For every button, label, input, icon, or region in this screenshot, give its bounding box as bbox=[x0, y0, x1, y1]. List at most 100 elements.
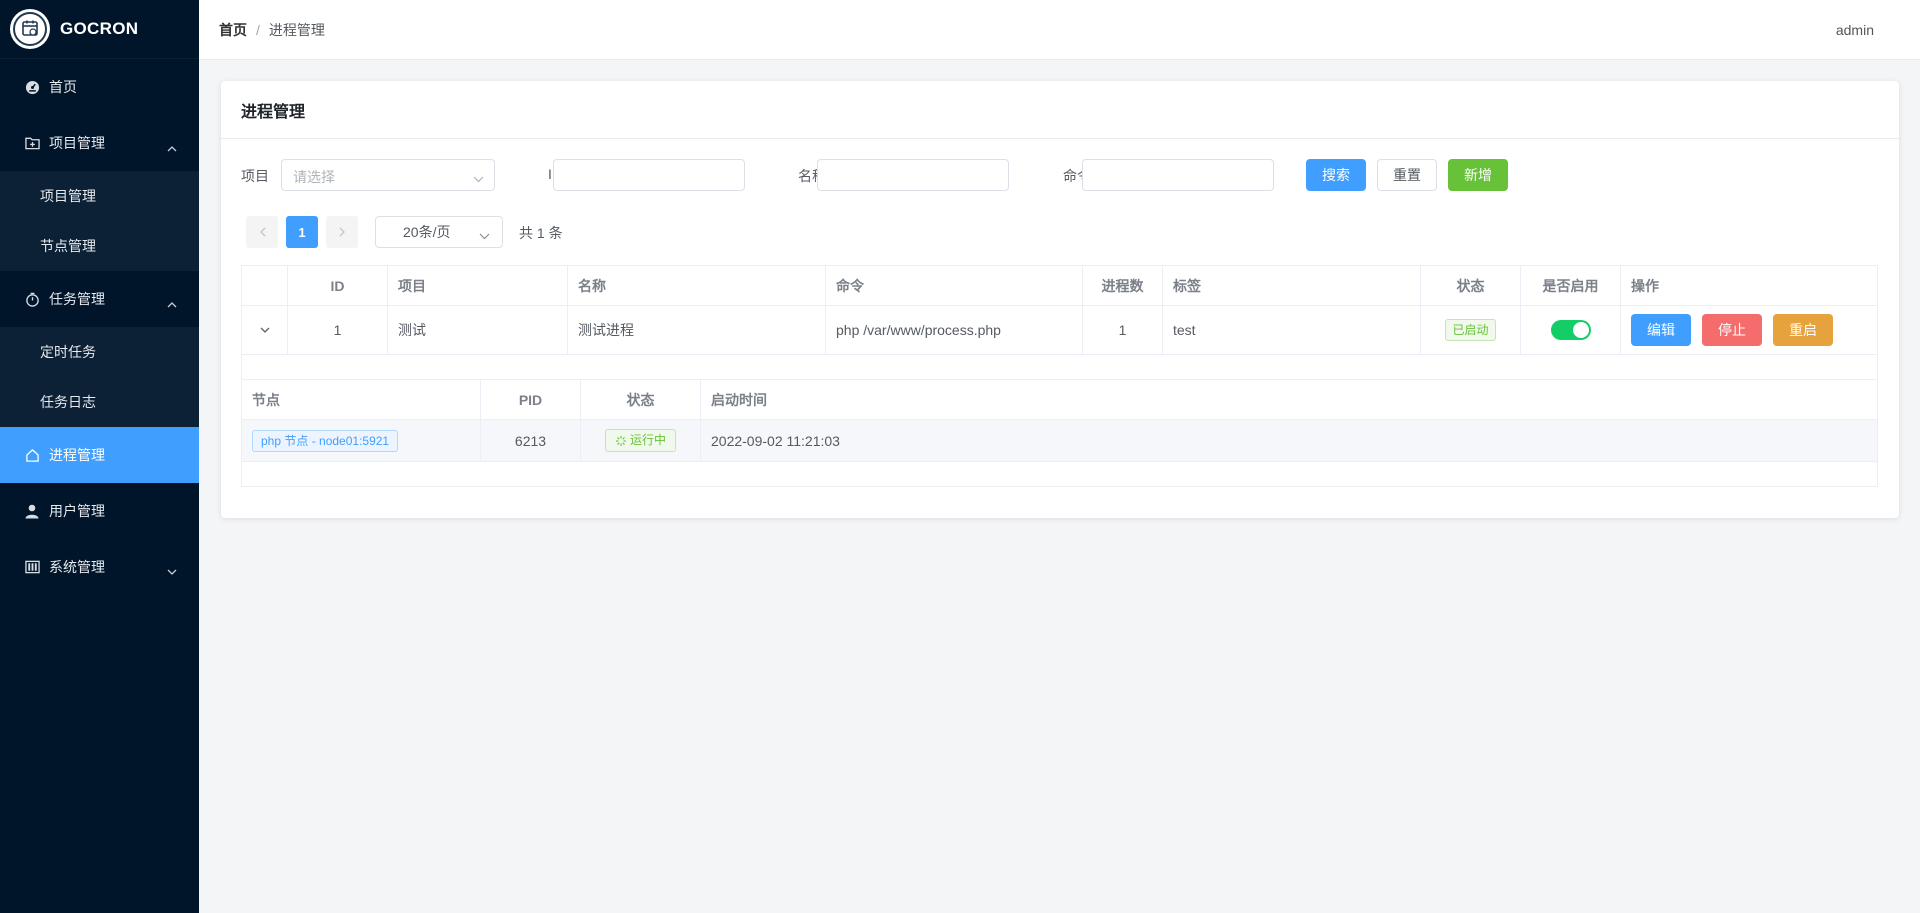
reset-button[interactable]: 重置 bbox=[1377, 159, 1437, 191]
process-card: 进程管理 项目 请选择 ID 名称 命令 搜索 重置 新增 1 20条/页 bbox=[221, 81, 1899, 518]
cell-pid: 6213 bbox=[481, 420, 581, 461]
user-menu[interactable]: admin bbox=[1836, 22, 1874, 38]
command-input[interactable] bbox=[1082, 159, 1274, 191]
name-input[interactable] bbox=[817, 159, 1009, 191]
sidebar-item-label: 首页 bbox=[49, 79, 77, 95]
column-header-id: ID bbox=[288, 266, 388, 305]
dashboard-icon bbox=[24, 79, 40, 95]
sub-table-header-row: 节点 PID 状态 启动时间 bbox=[242, 380, 1877, 420]
sidebar-item-label: 节点管理 bbox=[40, 238, 96, 254]
home-icon bbox=[24, 447, 40, 463]
sidebar: GOCRON 首页 项目管理 项目管理 节点管理 任务管理 定时任务 任务日志 bbox=[0, 0, 199, 913]
sidebar-item-task-logs[interactable]: 任务日志 bbox=[0, 377, 199, 427]
search-button[interactable]: 搜索 bbox=[1306, 159, 1366, 191]
user-icon bbox=[24, 503, 40, 519]
chevron-down-icon bbox=[260, 327, 269, 333]
column-header-tag: 标签 bbox=[1163, 266, 1421, 305]
breadcrumb-current: 进程管理 bbox=[268, 21, 325, 38]
sidebar-item-process-management[interactable]: 进程管理 bbox=[0, 427, 199, 483]
loading-icon bbox=[615, 435, 626, 446]
cell-start-time: 2022-09-02 11:21:03 bbox=[701, 420, 1877, 461]
sidebar-item-label: 用户管理 bbox=[49, 503, 105, 519]
cell-tag: test bbox=[1163, 306, 1421, 354]
cell-project: 测试 bbox=[388, 306, 568, 354]
cell-process-count: 1 bbox=[1083, 306, 1163, 354]
expanded-row: 节点 PID 状态 启动时间 php 节点 - node01:5921 6213… bbox=[242, 355, 1877, 486]
cell-enabled bbox=[1521, 306, 1621, 354]
sidebar-item-label: 项目管理 bbox=[49, 135, 105, 151]
prev-page-button[interactable] bbox=[246, 216, 278, 248]
node-tag: php 节点 - node01:5921 bbox=[252, 429, 399, 452]
sub-table-row: php 节点 - node01:5921 6213 运行中 2022-09-02… bbox=[242, 420, 1877, 461]
building-icon bbox=[24, 559, 40, 575]
column-header-node: 节点 bbox=[242, 380, 481, 419]
column-header-status: 状态 bbox=[1421, 266, 1521, 305]
sidebar-item-projects[interactable]: 项目管理 bbox=[0, 171, 199, 221]
pagination-total: 共 1 条 bbox=[519, 225, 563, 241]
next-page-button[interactable] bbox=[326, 216, 358, 248]
stop-button[interactable]: 停止 bbox=[1702, 314, 1762, 346]
add-button[interactable]: 新增 bbox=[1448, 159, 1508, 191]
sidebar-item-label: 任务管理 bbox=[49, 291, 105, 307]
cell-status: 已启动 bbox=[1421, 306, 1521, 354]
column-header-expand bbox=[242, 266, 288, 305]
chevron-up-icon bbox=[167, 139, 177, 155]
chevron-down-icon bbox=[479, 227, 490, 243]
column-header-enabled: 是否启用 bbox=[1521, 266, 1621, 305]
breadcrumb-separator: / bbox=[256, 21, 260, 38]
column-header-instance-status: 状态 bbox=[581, 380, 701, 419]
column-header-command: 命令 bbox=[826, 266, 1083, 305]
running-badge-label: 运行中 bbox=[629, 433, 666, 447]
chevron-down-icon bbox=[167, 563, 177, 579]
project-select-placeholder: 请选择 bbox=[293, 169, 335, 185]
sidebar-item-project-management[interactable]: 项目管理 bbox=[0, 115, 199, 171]
page-number[interactable]: 1 bbox=[286, 216, 318, 248]
sidebar-item-user-management[interactable]: 用户管理 bbox=[0, 483, 199, 539]
folder-icon bbox=[24, 135, 40, 151]
sidebar-item-home[interactable]: 首页 bbox=[0, 59, 199, 115]
breadcrumb-home[interactable]: 首页 bbox=[219, 20, 247, 40]
filter-bar: 项目 请选择 ID 名称 命令 搜索 重置 新增 bbox=[241, 159, 1879, 191]
sidebar-item-label: 进程管理 bbox=[49, 447, 105, 463]
top-header: 首页 / 进程管理 admin bbox=[199, 0, 1920, 60]
chevron-left-icon bbox=[259, 227, 265, 237]
logo-text: GOCRON bbox=[60, 19, 139, 38]
column-header-pid: PID bbox=[481, 380, 581, 419]
edit-button[interactable]: 编辑 bbox=[1631, 314, 1691, 346]
running-badge: 运行中 bbox=[604, 429, 676, 452]
enabled-toggle[interactable] bbox=[1550, 320, 1591, 340]
cell-id: 1 bbox=[288, 306, 388, 354]
status-badge: 已启动 bbox=[1445, 319, 1496, 341]
column-header-actions: 操作 bbox=[1631, 277, 1659, 294]
column-header-process-count: 进程数 bbox=[1083, 266, 1163, 305]
page-size-select[interactable]: 20条/页 bbox=[375, 216, 503, 248]
project-select[interactable]: 请选择 bbox=[281, 159, 495, 191]
id-input[interactable] bbox=[553, 159, 745, 191]
restart-button[interactable]: 重启 bbox=[1773, 314, 1833, 346]
sub-menu-task: 定时任务 任务日志 bbox=[0, 327, 199, 427]
sidebar-item-nodes[interactable]: 节点管理 bbox=[0, 221, 199, 271]
expand-toggle[interactable] bbox=[242, 306, 288, 354]
sidebar-item-system-management[interactable]: 系统管理 bbox=[0, 539, 199, 595]
cell-instance-status: 运行中 bbox=[581, 420, 701, 461]
sidebar-item-task-management[interactable]: 任务管理 bbox=[0, 271, 199, 327]
cell-name: 测试进程 bbox=[568, 306, 826, 354]
process-table: ID 项目 名称 命令 进程数 标签 状态 是否启用 操作 1 测试 测试进程 … bbox=[241, 265, 1878, 487]
chevron-right-icon bbox=[339, 227, 345, 237]
process-instance-table: 节点 PID 状态 启动时间 php 节点 - node01:5921 6213… bbox=[242, 379, 1877, 462]
sidebar-item-label: 系统管理 bbox=[49, 559, 105, 575]
chevron-up-icon bbox=[167, 295, 177, 311]
cell-node: php 节点 - node01:5921 bbox=[242, 420, 481, 461]
logo[interactable]: GOCRON bbox=[0, 0, 199, 59]
page-size-value: 20条/页 bbox=[403, 224, 451, 240]
sidebar-item-scheduled-tasks[interactable]: 定时任务 bbox=[0, 327, 199, 377]
sub-menu-project: 项目管理 节点管理 bbox=[0, 171, 199, 271]
sidebar-item-label: 任务日志 bbox=[40, 394, 96, 410]
column-header-project: 项目 bbox=[388, 266, 568, 305]
breadcrumb: 首页 / 进程管理 bbox=[219, 20, 325, 40]
chevron-down-icon bbox=[473, 170, 484, 186]
column-header-name: 名称 bbox=[568, 266, 826, 305]
table-row: 1 测试 测试进程 php /var/www/process.php 1 tes… bbox=[242, 306, 1877, 355]
logo-icon bbox=[10, 9, 50, 49]
cell-actions: 编辑 停止 重启 bbox=[1621, 306, 1877, 354]
